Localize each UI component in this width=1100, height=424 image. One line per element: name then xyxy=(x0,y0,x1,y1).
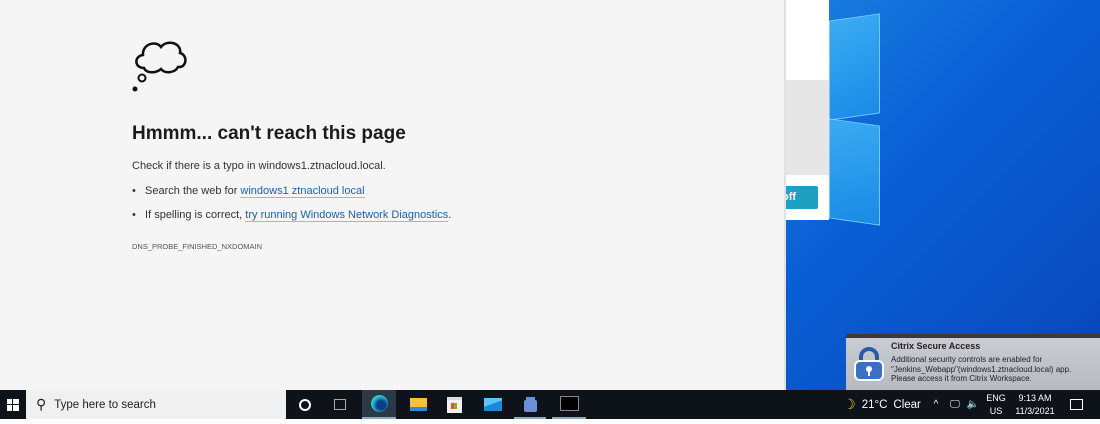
search-web-link[interactable]: windows1 ztnacloud local xyxy=(240,185,365,198)
mail-icon xyxy=(484,398,502,411)
show-hidden-icons-button[interactable]: ^ xyxy=(928,390,944,419)
moon-icon: ☽ xyxy=(843,396,856,412)
folder-icon xyxy=(409,398,427,411)
check-text: Check if there is a typo in windows1.ztn… xyxy=(132,160,386,172)
terminal-taskbar-button[interactable] xyxy=(552,390,586,419)
bottom-strip xyxy=(0,419,1100,424)
taskbar-search-box[interactable]: ⚲ Type here to search xyxy=(26,390,286,419)
error-title: Hmmm... can't reach this page xyxy=(132,123,406,144)
start-button[interactable] xyxy=(0,390,26,419)
windows-logo-pane xyxy=(829,13,880,121)
edge-taskbar-button[interactable] xyxy=(362,390,396,419)
task-view-button[interactable] xyxy=(325,390,355,419)
windows-logo-pane xyxy=(829,118,880,226)
chevron-up-icon: ^ xyxy=(933,399,939,410)
action-center-button[interactable] xyxy=(1064,390,1088,419)
thought-cloud-icon xyxy=(132,41,187,92)
notification-icon xyxy=(1069,399,1083,410)
edge-icon xyxy=(370,395,388,412)
bullet-search: • Search the web for windows1 ztnacloud … xyxy=(132,185,365,198)
mail-button[interactable] xyxy=(477,390,509,419)
citrix-notification[interactable]: Citrix Secure Access Additional security… xyxy=(846,334,1100,390)
cortana-circle-icon xyxy=(299,398,311,411)
desktop-background xyxy=(786,0,1100,390)
notification-title: Citrix Secure Access xyxy=(891,341,981,351)
volume-icon[interactable]: 🔈 xyxy=(964,390,982,419)
store-icon xyxy=(446,396,462,413)
windows-start-icon xyxy=(7,398,19,411)
store-button[interactable] xyxy=(438,390,470,419)
file-explorer-button[interactable] xyxy=(402,390,434,419)
clock[interactable]: 9:13 AM 11/3/2021 xyxy=(1010,390,1060,419)
browser-error-page: Hmmm... can't reach this page Check if t… xyxy=(0,0,786,390)
bullet-diagnostics: • If spelling is correct, try running Wi… xyxy=(132,209,452,222)
network-diagnostics-link[interactable]: try running Windows Network Diagnostics xyxy=(245,209,449,222)
taskbar: ⚲ Type here to search ☽ 21°C Clear ^ 🖵 🔈… xyxy=(0,390,1100,419)
task-view-icon xyxy=(334,399,346,410)
search-icon: ⚲ xyxy=(36,396,47,412)
language-indicator[interactable]: ENG US xyxy=(983,390,1009,419)
lock-icon xyxy=(523,399,537,412)
window-panel xyxy=(786,80,829,175)
background-window: off xyxy=(778,0,829,220)
citrix-taskbar-button[interactable] xyxy=(514,390,546,419)
error-code: DNS_PROBE_FINISHED_NXDOMAIN xyxy=(132,242,263,251)
lock-icon xyxy=(854,347,884,381)
terminal-icon xyxy=(559,396,579,411)
notification-message: Additional security controls are enabled… xyxy=(891,355,1072,383)
network-icon[interactable]: 🖵 xyxy=(946,390,964,419)
cortana-button[interactable] xyxy=(290,390,320,419)
weather-widget[interactable]: ☽ 21°C Clear xyxy=(842,390,922,419)
